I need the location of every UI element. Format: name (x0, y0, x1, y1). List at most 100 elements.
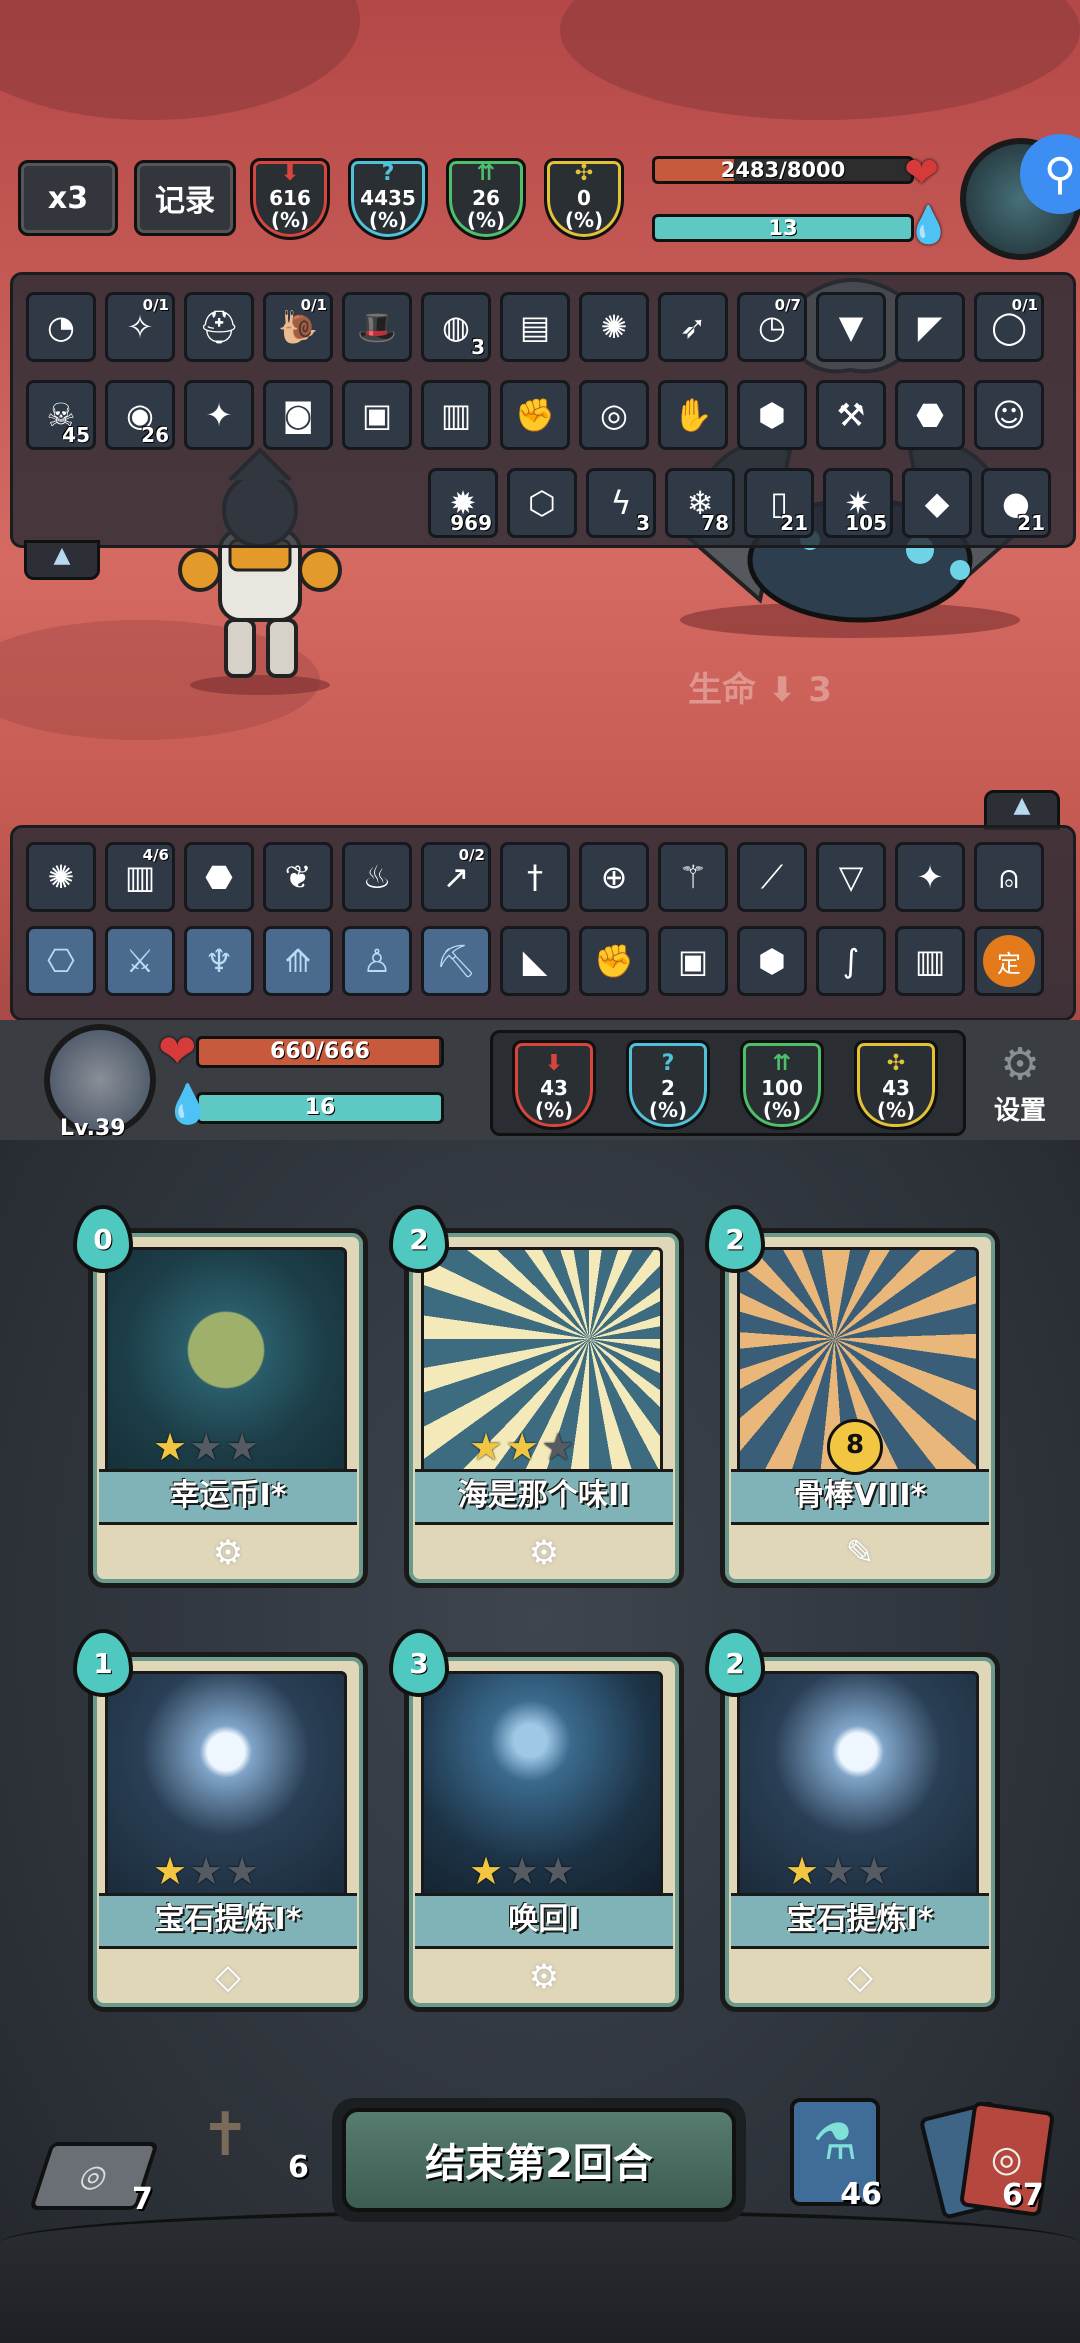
relic-slot[interactable]: ⬣ (184, 842, 254, 912)
relic-slot[interactable]: ▣ (342, 380, 412, 450)
star-icon: ★ (153, 1425, 190, 1469)
stat-unit: (%) (876, 1098, 916, 1122)
speed-button[interactable]: x3 (18, 160, 118, 236)
skill-card[interactable]: 2 骨棒VIII* ✎ 8 (705, 1205, 1000, 1588)
bottom-ground (0, 2210, 1080, 2343)
relic-slot[interactable]: ▣ (658, 926, 728, 996)
skill-card[interactable]: 2 宝石提炼I* ◇ ★★★ (705, 1629, 1000, 2012)
relic-slot[interactable]: 🎩 (342, 292, 412, 362)
relic-slot[interactable]: ✊ (579, 926, 649, 996)
relic-slot[interactable]: ◍ 3 (421, 292, 491, 362)
player-hp-bar: 660/666 (196, 1036, 444, 1068)
relic-slot[interactable]: ◎ (579, 380, 649, 450)
relic-slot[interactable]: ⛑ (184, 292, 254, 362)
relic-slot[interactable]: ◔ (26, 292, 96, 362)
relic-slot[interactable]: ♨ (342, 842, 412, 912)
stat-badge[interactable]: ⇈ 100 (%) (740, 1040, 824, 1130)
relic-slot[interactable]: ϟ3 (586, 468, 656, 538)
relic-slot[interactable]: ✦ (184, 380, 254, 450)
stat-badge[interactable]: ? 4435 (%) (348, 158, 428, 240)
end-turn-button[interactable]: 结束第2回合 (332, 2098, 746, 2222)
potion-button[interactable]: ⚗ 46 (790, 2098, 882, 2212)
skill-card[interactable]: 2 海是那个味II ⚙ ★★★ (389, 1205, 684, 1588)
skill-card[interactable]: 1 宝石提炼I* ◇ ★★★ (73, 1629, 368, 2012)
relic-slot[interactable]: ⚚ (658, 842, 728, 912)
relic-slot[interactable]: ↗ 0/2 (421, 842, 491, 912)
relic-slot[interactable]: ⬢ (737, 380, 807, 450)
energy-flame-icon: 💧 (906, 205, 951, 246)
player-energy-bar: 16 (196, 1092, 444, 1124)
settings-button[interactable]: ⚙ 设置 (980, 1040, 1060, 1130)
relic-slot[interactable]: ▥ (895, 926, 965, 996)
collapse-enemy-panel-button[interactable]: ▲ (24, 540, 100, 580)
relic-slot[interactable]: ⚔ (105, 926, 175, 996)
deck-button[interactable]: ◎ 67 (918, 2100, 1060, 2220)
relic-slot[interactable]: ✧ 0/1 (105, 292, 175, 362)
relic-slot[interactable]: ❦ (263, 842, 333, 912)
relic-slot[interactable]: ◙ (263, 380, 333, 450)
relic-slot[interactable]: ◷ 0/7 (737, 292, 807, 362)
relic-slot[interactable]: ● 21 (981, 468, 1051, 538)
relic-slot[interactable]: ⍝ (974, 842, 1044, 912)
relic-slot[interactable]: ✋ (658, 380, 728, 450)
relic-slot[interactable]: ▤ (500, 292, 570, 362)
relic-slot[interactable]: ✦ (895, 842, 965, 912)
relic-slot[interactable]: ☠ 45 (26, 380, 96, 450)
relic-slot[interactable]: ➶ (658, 292, 728, 362)
stat-badge[interactable]: ✣ 43 (%) (854, 1040, 938, 1130)
relic-slot[interactable]: 🐌 0/1 (263, 292, 333, 362)
relic-slot[interactable]: ⊕ (579, 842, 649, 912)
relic-slot[interactable]: ◣ (500, 926, 570, 996)
graveyard-button[interactable]: ✝ 6 (190, 2100, 320, 2210)
relic-slot[interactable]: † (500, 842, 570, 912)
star-icon: ★ (857, 1849, 894, 1893)
relic-slot[interactable]: ♙ (342, 926, 412, 996)
settings-label: 设置 (993, 1096, 1046, 1126)
relic-slot[interactable]: ∫ (816, 926, 886, 996)
stat-badge[interactable]: ? 2 (%) (626, 1040, 710, 1130)
relic-slot[interactable]: ☺ (974, 380, 1044, 450)
skill-card[interactable]: 0 幸运币I* ⚙ ★★★ (73, 1205, 368, 1588)
expand-player-panel-button[interactable]: ▲ (984, 790, 1060, 830)
stat-badge[interactable]: ✣ 0 (%) (544, 158, 624, 240)
relic-slot[interactable]: ⟋ (737, 842, 807, 912)
relic-slot[interactable]: ❄ 78 (665, 468, 735, 538)
relic-slot[interactable]: ✹ 969 (428, 468, 498, 538)
relic-slot[interactable]: ⎔ (26, 926, 96, 996)
relic-slot[interactable]: 定 (974, 926, 1044, 996)
graveyard-count: 6 (288, 2150, 309, 2185)
relic-slot[interactable]: ⬡ (507, 468, 577, 538)
relic-progress: 0/2 (458, 846, 485, 864)
relic-slot[interactable]: ✺ (26, 842, 96, 912)
stat-badge[interactable]: ⬇ 43 (%) (512, 1040, 596, 1130)
bird-icon: ✦ (205, 396, 233, 434)
relic-slot[interactable]: ◯ 0/1 (974, 292, 1044, 362)
stat-badge[interactable]: ⇈ 26 (%) (446, 158, 526, 240)
relic-slot[interactable]: ♆ (184, 926, 254, 996)
relic-slot[interactable]: ✺ (579, 292, 649, 362)
stat-badge[interactable]: ⬇ 616 (%) (250, 158, 330, 240)
helmet-icon: ⛑ (198, 308, 240, 346)
draw-pile-count: 7 (132, 2182, 153, 2217)
battle-log-button[interactable]: 记录 (134, 160, 236, 236)
card-star-rating: ★★★ (153, 1425, 261, 1469)
relic-slot[interactable]: ✊ (500, 380, 570, 450)
relic-slot[interactable]: ⬢ (737, 926, 807, 996)
relic-slot[interactable]: ▽ (816, 842, 886, 912)
relic-slot[interactable]: ✷ 105 (823, 468, 893, 538)
relic-slot[interactable]: ◤ (895, 292, 965, 362)
card-cost-value: 2 (409, 1222, 429, 1256)
relic-slot[interactable]: ▥ 4/6 (105, 842, 175, 912)
relic-slot[interactable]: ▯ 21 (744, 468, 814, 538)
relic-slot[interactable]: ⟰ (263, 926, 333, 996)
relic-slot[interactable]: ⚒ (816, 380, 886, 450)
skill-card[interactable]: 3 唤回I ⚙ ★★★ (389, 1629, 684, 2012)
relic-slot[interactable]: ⬣ (895, 380, 965, 450)
relic-slot[interactable]: ▼ (816, 292, 886, 362)
relic-slot[interactable]: ◆ (902, 468, 972, 538)
relic-slot[interactable]: ◉ 26 (105, 380, 175, 450)
draw-pile-button[interactable]: ◎ 7 (28, 2132, 166, 2222)
relic-slot[interactable]: ⛏ (421, 926, 491, 996)
card-star-rating: ★★★ (785, 1849, 893, 1893)
relic-slot[interactable]: ▥ (421, 380, 491, 450)
